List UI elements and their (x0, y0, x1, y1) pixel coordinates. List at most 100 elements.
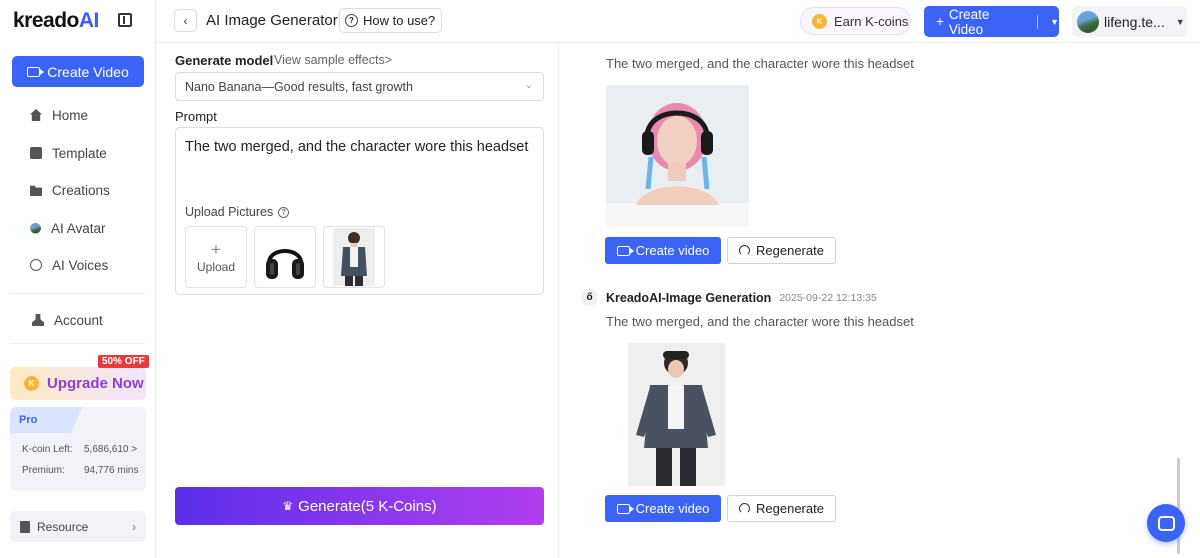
page-title: AI Image Generator (206, 12, 338, 29)
caret-down-icon: ▼ (1175, 16, 1185, 27)
results-scrollbar[interactable] (1177, 458, 1180, 554)
generated-image[interactable] (606, 85, 749, 227)
create-video-label: Create Video (47, 63, 129, 80)
chevron-down-icon: ⌄ (524, 80, 533, 91)
user-name: lifeng.te... (1104, 13, 1165, 30)
upload-tile[interactable]: + Upload (185, 226, 247, 288)
create-video-button[interactable]: Create video (605, 237, 721, 264)
logo[interactable]: kreado AI (13, 9, 99, 33)
video-icon (616, 245, 634, 256)
sidebar-divider (10, 293, 145, 294)
button-separator (1037, 14, 1039, 29)
chevron-down-icon[interactable]: ▼ (1050, 17, 1059, 27)
kcoin-label: K-coin Left: (22, 444, 73, 455)
how-to-label: How to use? (363, 13, 436, 28)
upgrade-label: Upgrade Now (47, 375, 144, 392)
premium-value: 94,776 mins (84, 465, 139, 476)
top-header: ‹ AI Image Generator ? How to use? K Ear… (156, 0, 1200, 43)
folder-icon (30, 185, 42, 196)
view-samples-link[interactable]: View sample effects> (274, 53, 392, 67)
refresh-icon (739, 245, 751, 256)
create-video-button[interactable]: Create video (605, 495, 721, 522)
regenerate-button[interactable]: Regenerate (727, 237, 836, 264)
sidebar-item-home[interactable]: Home (30, 105, 88, 125)
user-icon (32, 314, 44, 326)
prompt-area[interactable]: The two merged, and the character wore t… (175, 127, 544, 295)
resource-button[interactable]: Resource › (10, 511, 146, 542)
generated-portrait-image (606, 85, 749, 227)
upgrade-button[interactable]: K Upgrade Now (10, 367, 146, 400)
upload-label-text: Upload Pictures (185, 205, 274, 219)
prompt-text[interactable]: The two merged, and the character wore t… (185, 139, 528, 155)
help-icon[interactable]: ? (278, 206, 290, 218)
collapse-sidebar-icon[interactable] (118, 13, 132, 27)
regenerate-label: Regenerate (756, 501, 824, 516)
upload-tile-label: Upload (196, 259, 236, 274)
kcoin-row[interactable]: K-coin Left: 5,686,610 > (22, 444, 146, 455)
create-video-label: Create video (635, 243, 710, 258)
avatar-icon (30, 222, 41, 234)
chat-icon (1157, 515, 1175, 531)
sidebar-item-label: Creations (52, 182, 110, 198)
header-create-label: Create Video (948, 6, 990, 37)
result-prompt-text: The two merged, and the character wore t… (606, 314, 914, 329)
user-menu[interactable]: lifeng.te... ▼ (1072, 6, 1187, 37)
sidebar-item-account[interactable]: Account (32, 310, 103, 330)
uploaded-image-person[interactable] (323, 226, 385, 288)
earn-kcoins-button[interactable]: K Earn K-coins (800, 7, 911, 35)
generated-image[interactable] (628, 343, 725, 486)
result-author: KreadoAI-Image Generation (606, 290, 772, 305)
voice-icon (30, 259, 42, 271)
plus-icon: + (211, 239, 221, 259)
sidebar-item-label: Template (52, 145, 107, 161)
discount-badge: 50% OFF (98, 355, 149, 368)
result-timestamp: 2025-09-22 12:13:35 (779, 291, 877, 304)
sidebar-item-ai-voices[interactable]: AI Voices (30, 255, 108, 275)
resource-label: Resource (37, 519, 89, 534)
regenerate-label: Regenerate (756, 243, 824, 258)
sidebar: kreado AI Create Video Home Template Crea… (0, 0, 156, 558)
sidebar-item-template[interactable]: Template (30, 143, 107, 163)
model-value: Nano Banana—Good results, fast growth (185, 80, 413, 94)
sidebar-item-label: AI Avatar (51, 220, 106, 236)
video-icon (27, 66, 45, 77)
regenerate-button[interactable]: Regenerate (727, 495, 836, 522)
earn-label: Earn K-coins (834, 13, 909, 29)
generate-label: Generate(5 K-Coins) (298, 497, 437, 515)
panel-divider (558, 43, 559, 558)
sidebar-create-video-button[interactable]: Create Video (12, 56, 144, 87)
model-select[interactable]: Nano Banana—Good results, fast growth ⌄ (175, 72, 544, 101)
model-label: Generate model (175, 53, 274, 68)
premium-label: Premium: (22, 465, 65, 476)
template-icon (30, 147, 42, 159)
video-icon (616, 503, 634, 514)
premium-row: Premium: 94,776 mins (22, 465, 146, 476)
chevron-right-icon: › (132, 519, 136, 534)
header-create-video-button[interactable]: + Create Video ▼ (924, 6, 1059, 37)
uploaded-image-headphones[interactable] (254, 226, 316, 288)
crown-icon: ♛ (282, 499, 294, 513)
sidebar-item-label: AI Voices (52, 257, 109, 273)
chevron-left-icon: ‹ (183, 13, 188, 28)
prompt-label: Prompt (175, 109, 217, 124)
sidebar-item-creations[interactable]: Creations (30, 180, 110, 200)
back-button[interactable]: ‹ (174, 9, 197, 32)
home-icon (30, 109, 42, 121)
sidebar-divider (10, 343, 145, 344)
avatar (1077, 10, 1099, 33)
sidebar-item-ai-avatar[interactable]: AI Avatar (30, 218, 106, 238)
refresh-icon (739, 503, 751, 514)
generated-person-image (628, 343, 725, 486)
plus-icon: + (936, 14, 944, 29)
kreado-logo-icon: ő (581, 289, 598, 306)
person-image (333, 228, 375, 286)
document-icon (20, 520, 30, 533)
logo-ai: AI (78, 9, 100, 32)
support-chat-button[interactable] (1147, 504, 1185, 542)
how-to-use-button[interactable]: ? How to use? (339, 8, 443, 33)
result-header: ő KreadoAI-Image Generation 2025-09-22 1… (581, 289, 877, 306)
kcoin-value: 5,686,610 > (84, 444, 138, 455)
generate-button[interactable]: ♛ Generate(5 K-Coins) (175, 487, 544, 525)
upload-pictures-label: Upload Pictures ? (185, 205, 290, 219)
coin-icon: K (24, 376, 39, 391)
